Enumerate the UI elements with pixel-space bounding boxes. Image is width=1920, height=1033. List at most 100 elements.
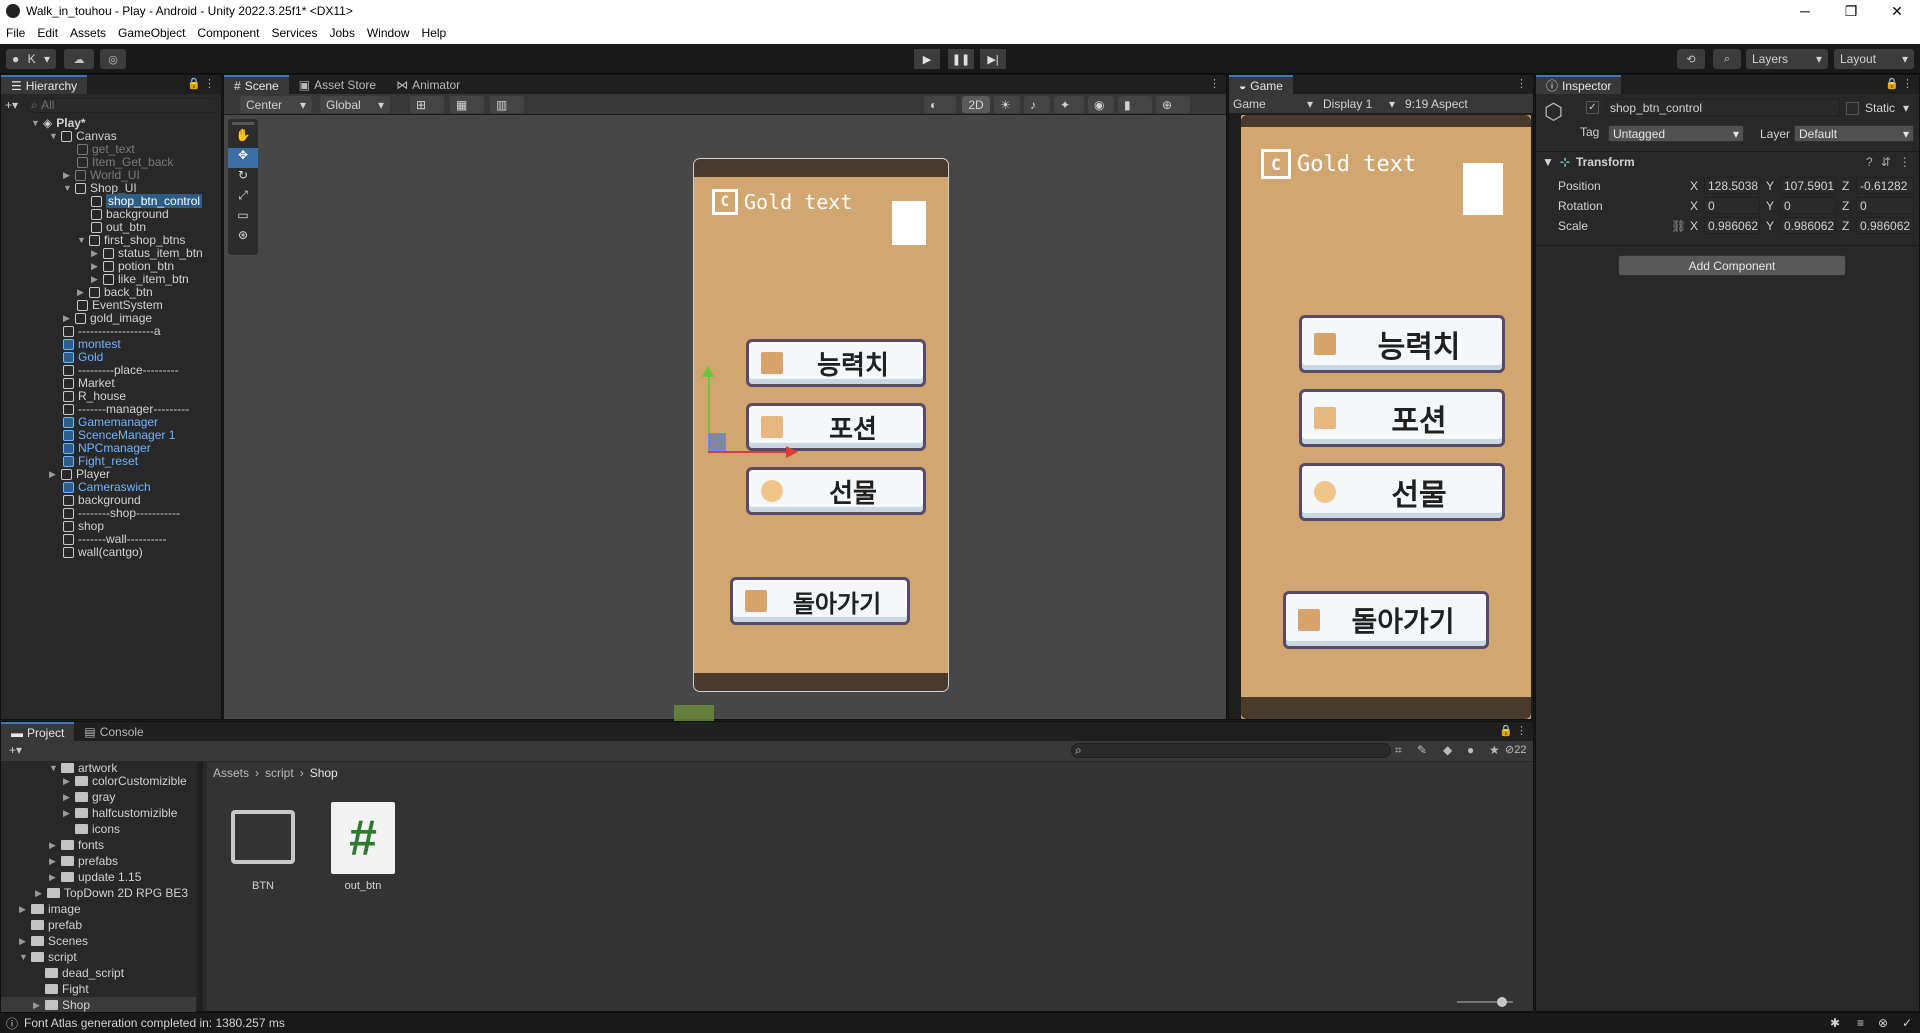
folder-item[interactable]: ▶ TopDown 2D RPG BE3 — [35, 885, 188, 901]
folder-item[interactable]: icons — [75, 821, 120, 837]
preset-icon[interactable]: ⇵ — [1881, 155, 1891, 169]
star-icon[interactable]: ★ — [1489, 743, 1500, 757]
scene-shop-panel[interactable]: C Gold text 능력치 포션 선물 돌아가기 — [693, 158, 949, 692]
maximize-button[interactable]: ❐ — [1828, 0, 1874, 22]
search-by-label-icon[interactable]: ✎ — [1417, 743, 1427, 757]
more-options-icon[interactable]: ⋮ — [1209, 77, 1220, 90]
tag-icon[interactable]: ◆ — [1443, 743, 1452, 757]
account-dropdown[interactable]: ● K ▾ — [6, 49, 56, 69]
hierarchy-search-input[interactable]: ⌕ All — [27, 97, 219, 113]
pause-button[interactable]: ❚❚ — [948, 49, 974, 69]
gizmos-dropdown[interactable]: ⊕ — [1156, 96, 1190, 113]
back-button[interactable]: 돌아가기 — [1283, 591, 1489, 649]
rotation-x-field[interactable]: 0 — [1704, 197, 1760, 214]
static-toggle[interactable]: Static ▾ — [1846, 101, 1909, 115]
menu-component[interactable]: Component — [191, 26, 265, 40]
add-component-button[interactable]: Add Component — [1618, 255, 1846, 276]
tree-scrollbar[interactable] — [197, 762, 203, 1011]
folder-item[interactable]: dead_script — [45, 965, 124, 981]
shading-mode-dropdown[interactable]: ◐ — [924, 96, 956, 113]
close-button[interactable]: ✕ — [1874, 0, 1920, 22]
rotate-tool-icon[interactable]: ↻ — [228, 168, 258, 188]
lock-icon[interactable]: 🔒 ⋮ — [187, 77, 215, 90]
object-name-input[interactable]: shop_btn_control — [1606, 99, 1840, 116]
collapse-icon[interactable]: ▼ — [1542, 155, 1554, 169]
project-search-input[interactable]: ⌕ — [1071, 743, 1391, 758]
minimize-button[interactable]: ─ — [1782, 0, 1828, 22]
breadcrumb-item[interactable]: script — [265, 766, 294, 780]
increment-snap-dropdown[interactable]: ▥ — [490, 96, 524, 113]
rotation-z-field[interactable]: 0 — [1856, 197, 1914, 214]
axis-y-label[interactable]: Y — [1766, 179, 1774, 193]
scale-y-field[interactable]: 0.986062 — [1780, 217, 1836, 234]
axis-z-label[interactable]: Z — [1842, 219, 1849, 233]
axis-x-label[interactable]: X — [1690, 179, 1698, 193]
rotation-y-field[interactable]: 0 — [1780, 197, 1836, 214]
game-viewport[interactable]: C Gold text 능력치 포션 선물 돌아가기 — [1229, 113, 1533, 719]
more-options-icon[interactable]: ⋮ — [1516, 77, 1527, 90]
bug-icon[interactable]: ✱ — [1830, 1016, 1840, 1030]
link-icon[interactable]: ⛓ — [1671, 219, 1686, 233]
folder-item[interactable]: ▶ prefabs — [49, 853, 118, 869]
gizmo-y-arrow-icon[interactable] — [702, 365, 714, 377]
slider-handle[interactable] — [1497, 997, 1507, 1007]
chevron-down-icon[interactable]: ▾ — [1903, 101, 1909, 115]
layout-dropdown[interactable]: Layout ▾ — [1834, 49, 1914, 69]
potion-button[interactable]: 포션 — [746, 403, 926, 451]
history-icon[interactable]: ⟲ — [1677, 49, 1705, 69]
tab-asset-store[interactable]: ▣ Asset Store — [289, 75, 386, 94]
asset-folder-btn[interactable]: BTN — [231, 810, 295, 892]
display-dropdown[interactable]: Display 1 ▾ — [1319, 97, 1401, 111]
add-icon[interactable]: +▾ — [5, 98, 27, 112]
grid-visibility-dropdown[interactable]: ▦ — [450, 96, 484, 113]
pivot-dropdown[interactable]: Center ▾ — [240, 96, 312, 113]
more-options-icon[interactable]: ⋮ — [1899, 155, 1911, 169]
scene-viewport[interactable]: ✋ ✥ ↻ ⤢ ▭ ⊛ C Gold text 능력치 포션 선물 돌아가기 — [224, 115, 1226, 735]
like-item-button[interactable]: 선물 — [1299, 463, 1505, 521]
overlay-grip[interactable] — [232, 122, 254, 125]
menu-window[interactable]: Window — [361, 26, 416, 40]
menu-edit[interactable]: Edit — [31, 26, 64, 40]
folder-item[interactable]: ▶ gray — [63, 789, 115, 805]
cloud-icon[interactable]: ☁ — [64, 49, 94, 69]
gizmo-x-arrow-icon[interactable] — [786, 446, 798, 458]
folder-item[interactable]: ▶ Scenes — [19, 933, 88, 949]
folder-item[interactable]: ▼ script — [19, 949, 77, 965]
lock-icon[interactable]: 🔒 ⋮ — [1885, 77, 1913, 90]
gizmo-xy-plane-handle[interactable] — [708, 433, 726, 451]
scale-x-field[interactable]: 0.986062 — [1704, 217, 1760, 234]
search-icon[interactable]: ⌕ — [1713, 49, 1741, 69]
menu-jobs[interactable]: Jobs — [323, 26, 360, 40]
folder-item-selected[interactable]: ▶ Shop — [1, 997, 196, 1013]
back-button[interactable]: 돌아가기 — [730, 577, 910, 625]
transform-tool-icon[interactable]: ⊛ — [228, 228, 258, 248]
breadcrumb-item[interactable]: Shop — [310, 766, 338, 780]
tab-console[interactable]: ▤ Console — [74, 722, 153, 741]
folder-item[interactable]: Fight — [45, 981, 89, 997]
position-x-field[interactable]: 128.5038 — [1704, 177, 1760, 194]
aspect-dropdown[interactable]: 9:19 Aspect — [1401, 97, 1491, 111]
game-view-dropdown[interactable]: Game ▾ — [1229, 97, 1319, 111]
network-icon[interactable]: ⊗ — [1878, 1016, 1888, 1030]
status-item-button[interactable]: 능력치 — [1299, 315, 1505, 373]
tag-dropdown[interactable]: Untagged ▾ — [1608, 125, 1744, 142]
play-button[interactable]: ▶ — [914, 49, 940, 69]
tab-scene[interactable]: # Scene — [224, 75, 289, 94]
folder-item[interactable]: ▶ halfcustomizible — [63, 805, 177, 821]
audio-toggle[interactable]: ♪ — [1024, 96, 1050, 113]
menu-services[interactable]: Services — [265, 26, 323, 40]
transform-header[interactable]: ▼ ⊹ Transform — [1542, 155, 1635, 169]
like-item-button[interactable]: 선물 — [746, 467, 926, 515]
hidden-packages-count[interactable]: ⊘22 — [1505, 743, 1526, 756]
layer-dropdown[interactable]: Default ▾ — [1794, 125, 1914, 142]
axis-y-label[interactable]: Y — [1766, 199, 1774, 213]
axis-y-label[interactable]: Y — [1766, 219, 1774, 233]
axis-x-label[interactable]: X — [1690, 219, 1698, 233]
info-icon[interactable]: ● — [1467, 743, 1474, 757]
layers-dropdown[interactable]: Layers ▾ — [1746, 49, 1828, 69]
folder-item[interactable]: prefab — [31, 917, 82, 933]
menu-assets[interactable]: Assets — [64, 26, 112, 40]
toggle-2d-button[interactable]: 2D — [962, 96, 990, 113]
axis-x-label[interactable]: X — [1690, 199, 1698, 213]
folder-item[interactable]: ▶ fonts — [49, 837, 104, 853]
